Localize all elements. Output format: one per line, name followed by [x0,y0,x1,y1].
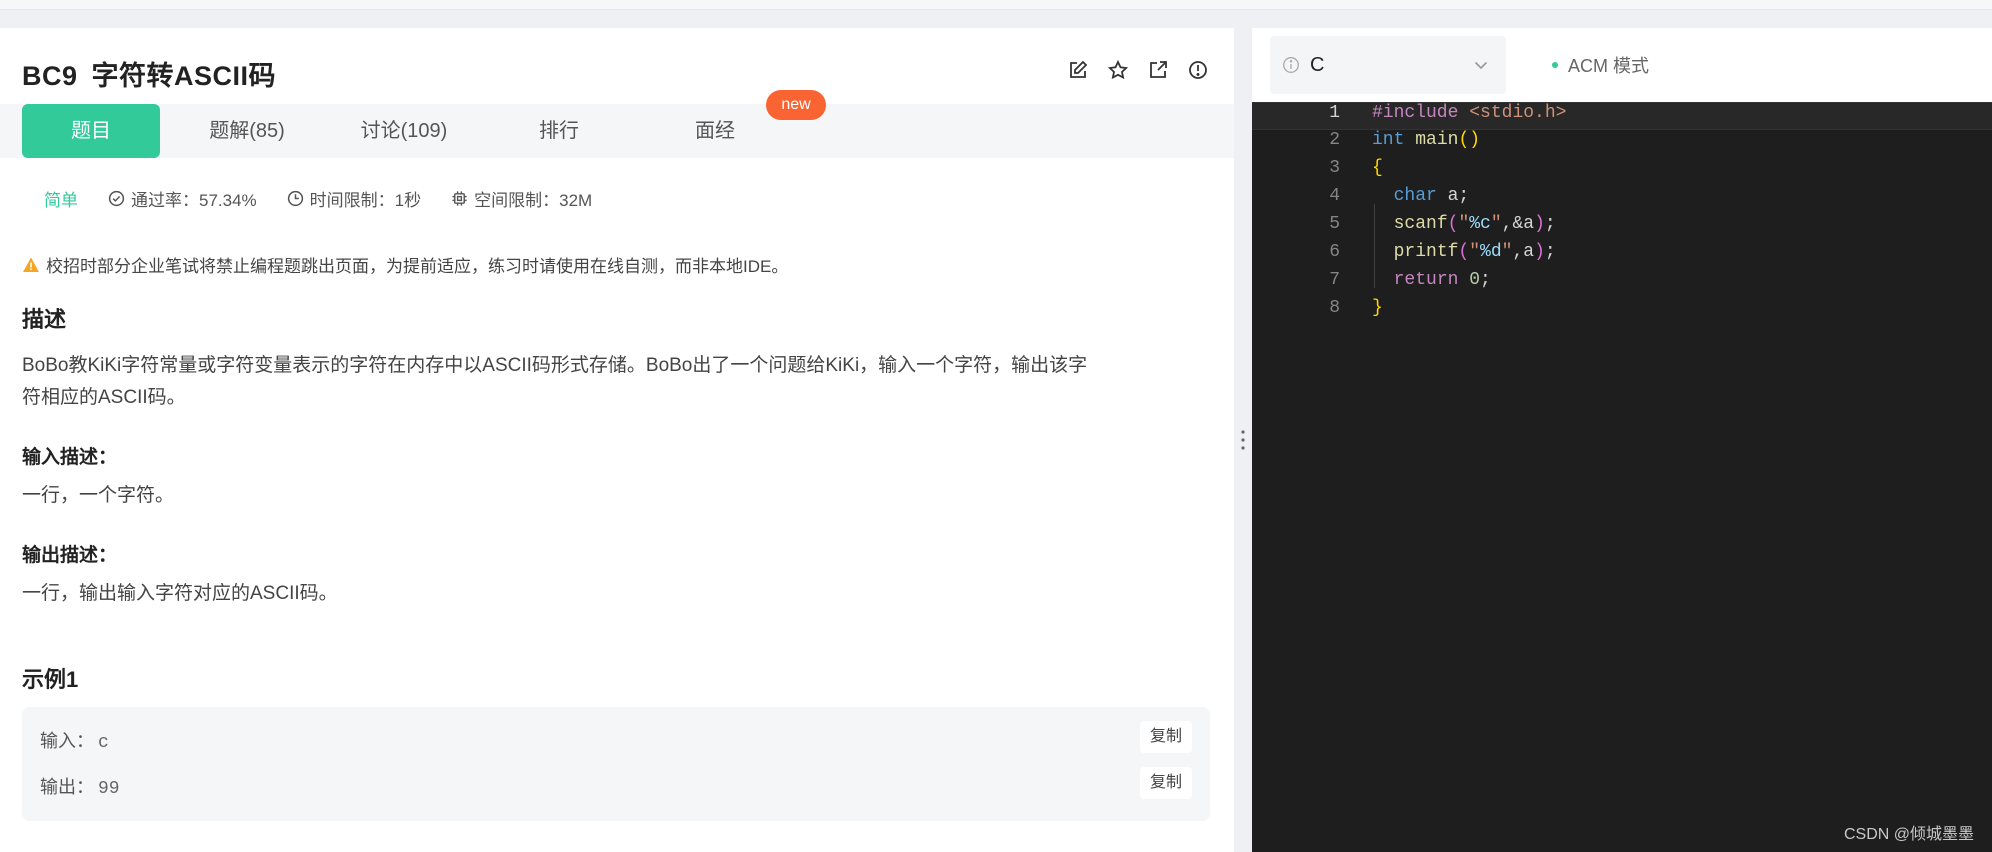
mode-label: ACM 模式 [1568,56,1649,76]
tab-solutions[interactable]: 题解(85) [182,104,312,158]
line-number: 3 [1329,158,1340,178]
tab-interview[interactable]: 面经 [652,104,778,158]
chevron-down-icon [1474,61,1488,70]
example-heading: 示例1 [22,667,79,692]
description-line-1: BoBo教KiKi字符常量或字符变量表示的字符在内存中以ASCII码形式存储。B… [22,355,1088,376]
line-number: 2 [1329,130,1340,150]
drag-handle-icon[interactable] [1241,429,1245,451]
output-desc-text: 一行，输出输入字符对应的ASCII码。 [22,583,338,604]
code-text: { [1372,158,1383,178]
output-desc-heading: 输出描述： [22,545,118,566]
description-heading: 描述 [22,307,67,332]
star-icon[interactable] [1106,58,1130,82]
description-line-2: 符相应的ASCII码。 [22,387,186,408]
code-text: int main() [1372,130,1481,150]
language-value: C [1310,53,1325,76]
code-editor-panel: C ACM 模式 1 #include <stdio.h> 2 int main… [1252,28,1992,852]
edit-icon[interactable] [1066,58,1090,82]
code-line: 2 int main() [1252,130,1992,158]
space-limit-text: 空间限制：32M [474,191,593,210]
tab-bar: 题目 题解(85) 讨论(109) 排行 面经 [0,104,1234,158]
code-text: printf("%d",a); [1393,242,1556,262]
problem-title: BC9 字符转ASCII码 [22,54,276,93]
code-text: scanf("%c",&a); [1393,214,1556,234]
code-line: 3 { [1252,158,1992,186]
code-area[interactable]: 1 #include <stdio.h> 2 int main() 3 { 4 … [1252,102,1992,852]
copy-input-button[interactable]: 复制 [1140,721,1192,753]
code-line: 5 scanf("%c",&a); [1252,214,1992,242]
info-icon [1283,57,1299,73]
copy-output-button[interactable]: 复制 [1140,767,1192,799]
warning-notice: 校招时部分企业笔试将禁止编程题跳出页面，为提前适应，练习时请使用在线自测，而非本… [22,252,788,277]
time-limit: 时间限制：1秒 [287,186,421,211]
line-number: 1 [1329,103,1340,123]
pass-rate: 通过率：57.34% [108,186,257,211]
chip-icon [452,191,467,206]
new-badge: new [766,90,826,120]
input-desc-text: 一行，一个字符。 [22,485,175,506]
space-limit: 空间限制：32M [451,186,592,211]
line-number: 8 [1329,298,1340,318]
example-output: 输出： 99 [40,773,120,799]
code-line: 7 return 0; [1252,270,1992,298]
problem-name: 字符转ASCII码 [91,61,277,91]
input-desc-heading: 输入描述： [22,447,118,468]
external-link-icon[interactable] [1146,58,1170,82]
mode-indicator[interactable]: ACM 模式 [1552,52,1649,78]
tab-discussion[interactable]: 讨论(109) [334,104,474,158]
line-number: 5 [1329,214,1340,234]
mode-dot [1552,62,1558,68]
indent-guide [1374,204,1375,288]
problem-meta: 简单 通过率：57.34% 时间限制：1秒 空间限制：32M [44,186,622,211]
panel-splitter[interactable] [1234,28,1252,852]
example-input-label: 输入： [40,731,94,751]
problem-panel: BC9 字符转ASCII码 题目 题解(85) 讨论(109) 排行 面经 new… [0,28,1234,852]
line-number: 6 [1329,242,1340,262]
code-line: 1 #include <stdio.h> [1252,102,1992,130]
code-text: char a; [1393,186,1470,206]
watermark: CSDN @倾城墨墨 [1843,826,1974,843]
example-input-value: c [98,733,109,753]
title-actions [1066,58,1210,82]
line-number: 4 [1329,186,1340,206]
tab-problem[interactable]: 题目 [22,104,160,158]
language-select[interactable]: C [1270,36,1506,94]
check-circle-icon [108,190,125,207]
line-number: 7 [1329,270,1340,290]
example-output-label: 输出： [40,777,94,797]
editor-header: C ACM 模式 [1252,28,1992,102]
top-strip [0,0,1992,10]
example-input: 输入： c [40,727,109,753]
code-text: #include <stdio.h> [1372,103,1567,123]
warning-text: 校招时部分企业笔试将禁止编程题跳出页面，为提前适应，练习时请使用在线自测，而非本… [46,257,789,276]
warning-icon [23,257,39,272]
code-text: return 0; [1393,270,1491,290]
code-line: 8 } [1252,298,1992,326]
tab-ranking[interactable]: 排行 [496,104,622,158]
example-output-value: 99 [98,779,120,799]
code-line: 4 char a; [1252,186,1992,214]
code-line: 6 printf("%d",a); [1252,242,1992,270]
time-limit-text: 时间限制：1秒 [309,191,422,210]
clock-icon [287,190,303,207]
example-box: 输入： c 复制 输出： 99 复制 [22,707,1210,821]
code-text: } [1372,298,1383,318]
difficulty-badge: 简单 [44,191,78,210]
pass-rate-text: 通过率：57.34% [131,191,257,210]
problem-code: BC9 [22,61,78,91]
info-icon[interactable] [1186,58,1210,82]
